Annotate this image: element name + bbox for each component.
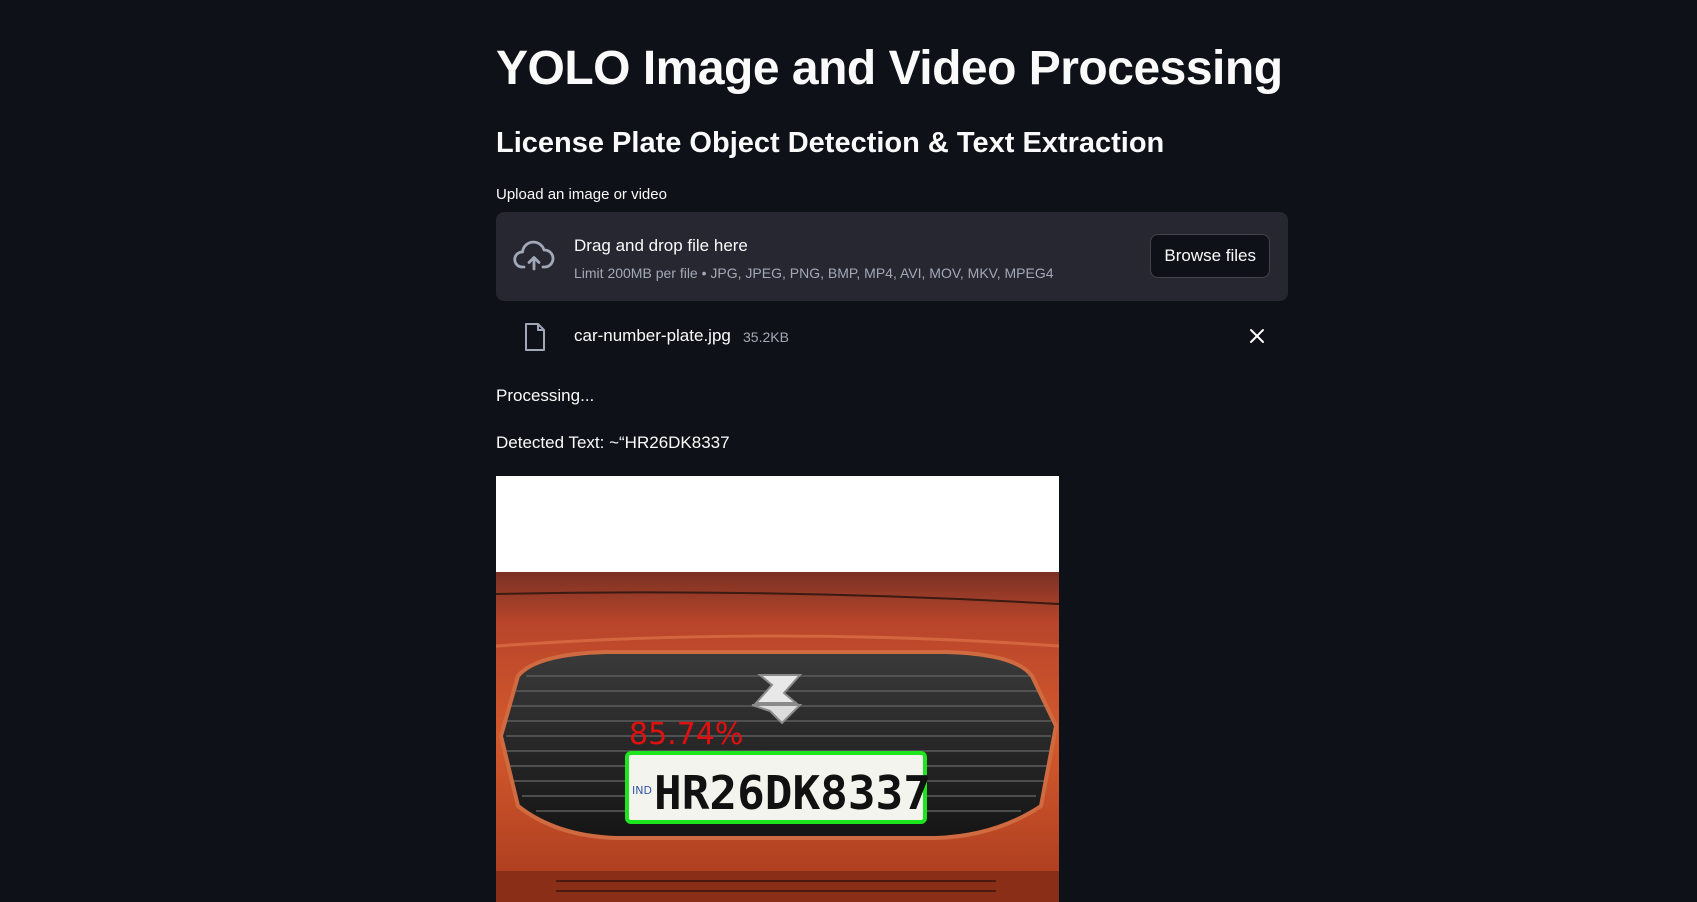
cloud-upload-icon [513, 240, 555, 271]
dropzone-title: Drag and drop file here [574, 236, 748, 255]
detected-text-value: ~“HR26DK8337 [609, 433, 730, 452]
file-dropzone[interactable]: Drag and drop file here Limit 200MB per … [496, 212, 1288, 301]
app-page: YOLO Image and Video Processing License … [0, 0, 1697, 902]
dropzone-limits: Limit 200MB per file • JPG, JPEG, PNG, B… [574, 265, 1054, 281]
file-size: 35.2KB [743, 329, 789, 345]
processing-status: Processing... [496, 386, 595, 405]
browse-files-button[interactable]: Browse files [1150, 234, 1270, 278]
svg-text:85.74%: 85.74% [629, 717, 743, 752]
detected-text-label: Detected Text: [496, 433, 605, 452]
detection-result-image: IND HR26DK8337 85.74% [496, 476, 1059, 902]
close-icon[interactable] [1248, 327, 1266, 345]
uploaded-file-row: car-number-plate.jpg 35.2KB [496, 318, 1288, 354]
file-name: car-number-plate.jpg [574, 326, 731, 345]
svg-text:HR26DK8337: HR26DK8337 [654, 766, 931, 820]
detected-text: Detected Text: ~“HR26DK8337 [496, 431, 730, 455]
file-icon [525, 323, 545, 351]
svg-text:IND: IND [632, 784, 652, 797]
page-subtitle: License Plate Object Detection & Text Ex… [496, 127, 1165, 159]
page-title: YOLO Image and Video Processing [496, 42, 1283, 95]
upload-label: Upload an image or video [496, 186, 667, 203]
